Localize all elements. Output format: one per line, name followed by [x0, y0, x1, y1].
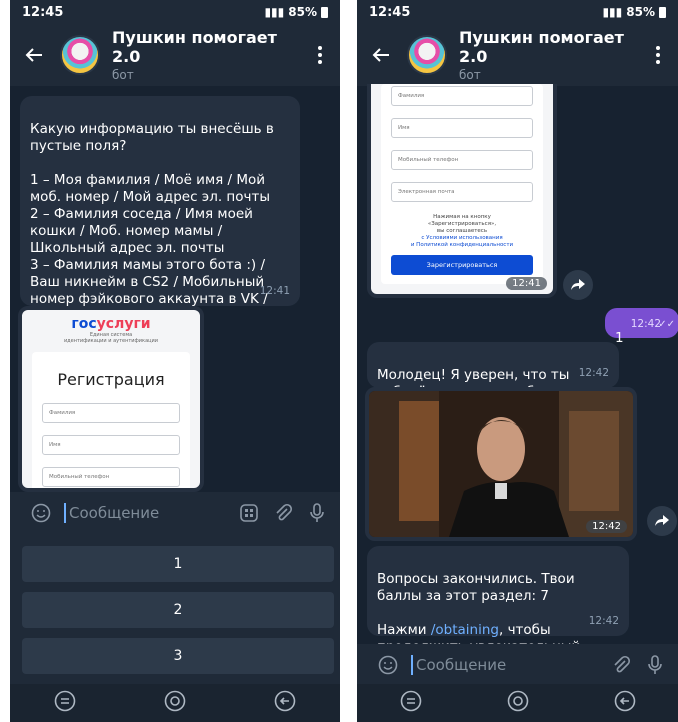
registration-title: Регистрация	[57, 370, 165, 389]
image-time: 12:41	[506, 277, 547, 290]
battery-level: 85%	[288, 5, 317, 19]
register-button: Зарегистрироваться	[391, 255, 533, 275]
microphone-icon[interactable]	[642, 652, 668, 678]
right-phone-screen: 12:45 ▮▮▮ 85% Пушкин помогает 2.0 бот Фа…	[357, 0, 678, 722]
battery-level: 85%	[626, 5, 655, 19]
signal-icon: ▮▮▮	[602, 5, 623, 19]
phone-field: Мобильный телефон	[42, 467, 180, 487]
terms-note: Нажимая на кнопку «Зарегистрироваться», …	[410, 214, 514, 248]
phone-field: Мобильный телефон	[391, 150, 533, 170]
praise-message: Молодец! Я уверен, что ты соберёшь макси…	[367, 342, 619, 400]
nav-home-icon[interactable]	[507, 690, 529, 716]
terms-link: с Условиями использования	[421, 235, 503, 241]
chat-header: Пушкин помогает 2.0 бот	[357, 24, 678, 86]
attach-icon[interactable]	[608, 652, 634, 678]
status-time: 12:45	[22, 4, 64, 20]
nav-menu-icon[interactable]	[54, 690, 76, 716]
video-time: 12:42	[586, 520, 627, 533]
chat-header: Пушкин помогает 2.0 бот	[10, 24, 340, 86]
answer-button-2[interactable]: 2	[22, 592, 334, 628]
answer-button-3[interactable]: 3	[22, 638, 334, 674]
reply-text: 1	[615, 330, 624, 346]
emoji-icon[interactable]	[28, 500, 54, 526]
share-icon[interactable]	[647, 506, 677, 536]
battery-icon	[321, 6, 328, 18]
nav-menu-icon[interactable]	[400, 690, 422, 716]
back-arrow-icon[interactable]	[367, 41, 395, 69]
registration-screenshot[interactable]: госуслуги Единая система идентификации и…	[18, 306, 204, 492]
more-vertical-icon[interactable]	[648, 46, 668, 64]
bot-keyboard: 1 2 3	[10, 534, 340, 684]
chat-title: Пушкин помогает 2.0	[112, 28, 277, 66]
signal-icon: ▮▮▮	[264, 5, 285, 19]
avatar[interactable]	[60, 35, 100, 75]
status-bar: 12:45 ▮▮▮ 85%	[357, 0, 678, 24]
message-input-bar: Сообщение	[10, 492, 340, 534]
read-checkmarks-icon: ✓✓	[658, 319, 675, 330]
avatar[interactable]	[407, 35, 447, 75]
gosuslugi-subtitle: Единая система идентификации и аутентифи…	[63, 332, 159, 344]
chat-subtitle: бот	[112, 68, 134, 82]
registration-screenshot-continued[interactable]: Фамилия Имя Мобильный телефон Электронна…	[367, 84, 557, 298]
result-text: Вопросы закончились. Твои баллы за этот …	[377, 571, 575, 604]
message-input[interactable]: Сообщение	[64, 503, 228, 523]
status-bar: 12:45 ▮▮▮ 85%	[10, 0, 340, 24]
name-field: Имя	[391, 118, 533, 138]
registration-card: Фамилия Имя Мобильный телефон Электронна…	[381, 84, 543, 284]
status-icons: ▮▮▮ 85%	[264, 5, 328, 19]
system-nav-bar	[10, 684, 340, 722]
microphone-icon[interactable]	[304, 500, 330, 526]
message-time: 12:41	[259, 285, 290, 297]
video-message[interactable]: 12:42	[365, 387, 637, 541]
name-field: Имя	[42, 435, 180, 455]
chat-title-block[interactable]: Пушкин помогает 2.0 бот	[459, 28, 648, 82]
question-text: Какую информацию ты внесёшь в пустые пол…	[30, 121, 274, 324]
message-time: 12:42	[578, 367, 609, 379]
obtaining-command-link[interactable]: /obtaining	[431, 622, 499, 638]
status-icons: ▮▮▮ 85%	[602, 5, 666, 19]
gosuslugi-logo: госуслуги	[71, 316, 151, 332]
more-vertical-icon[interactable]	[310, 46, 330, 64]
chat-subtitle: бот	[459, 68, 481, 82]
nav-back-icon[interactable]	[274, 690, 296, 716]
nav-back-icon[interactable]	[614, 690, 636, 716]
reply-time: 12:42	[630, 318, 661, 330]
registration-card: Регистрация Фамилия Имя Мобильный телефо…	[32, 352, 190, 488]
answer-button-1[interactable]: 1	[22, 546, 334, 582]
left-phone-screen: 12:45 ▮▮▮ 85% Пушкин помогает 2.0 бот Ка…	[10, 0, 340, 722]
surname-field: Фамилия	[391, 86, 533, 106]
bot-keyboard-icon[interactable]	[236, 500, 262, 526]
surname-field: Фамилия	[42, 403, 180, 423]
emoji-icon[interactable]	[375, 652, 401, 678]
message-input-bar: Сообщение	[357, 644, 678, 686]
back-arrow-icon[interactable]	[20, 41, 48, 69]
status-time: 12:45	[369, 4, 411, 20]
message-input[interactable]: Сообщение	[411, 655, 600, 675]
message-time: 12:42	[588, 615, 619, 627]
battery-icon	[659, 6, 666, 18]
privacy-link: и Политикой конфиденциальности	[410, 242, 514, 248]
chat-title-block[interactable]: Пушкин помогает 2.0 бот	[112, 28, 310, 82]
user-reply-message: 1 12:42 ✓✓	[605, 308, 678, 346]
share-icon[interactable]	[563, 270, 593, 300]
result-message: Вопросы закончились. Твои баллы за этот …	[367, 546, 629, 672]
question-message: Какую информацию ты внесёшь в пустые пол…	[20, 96, 300, 324]
attach-icon[interactable]	[270, 500, 296, 526]
nav-home-icon[interactable]	[164, 690, 186, 716]
system-nav-bar	[357, 684, 678, 722]
video-frame	[369, 391, 633, 537]
email-field: Электронная почта	[391, 182, 533, 202]
chat-title: Пушкин помогает 2.0	[459, 28, 624, 66]
